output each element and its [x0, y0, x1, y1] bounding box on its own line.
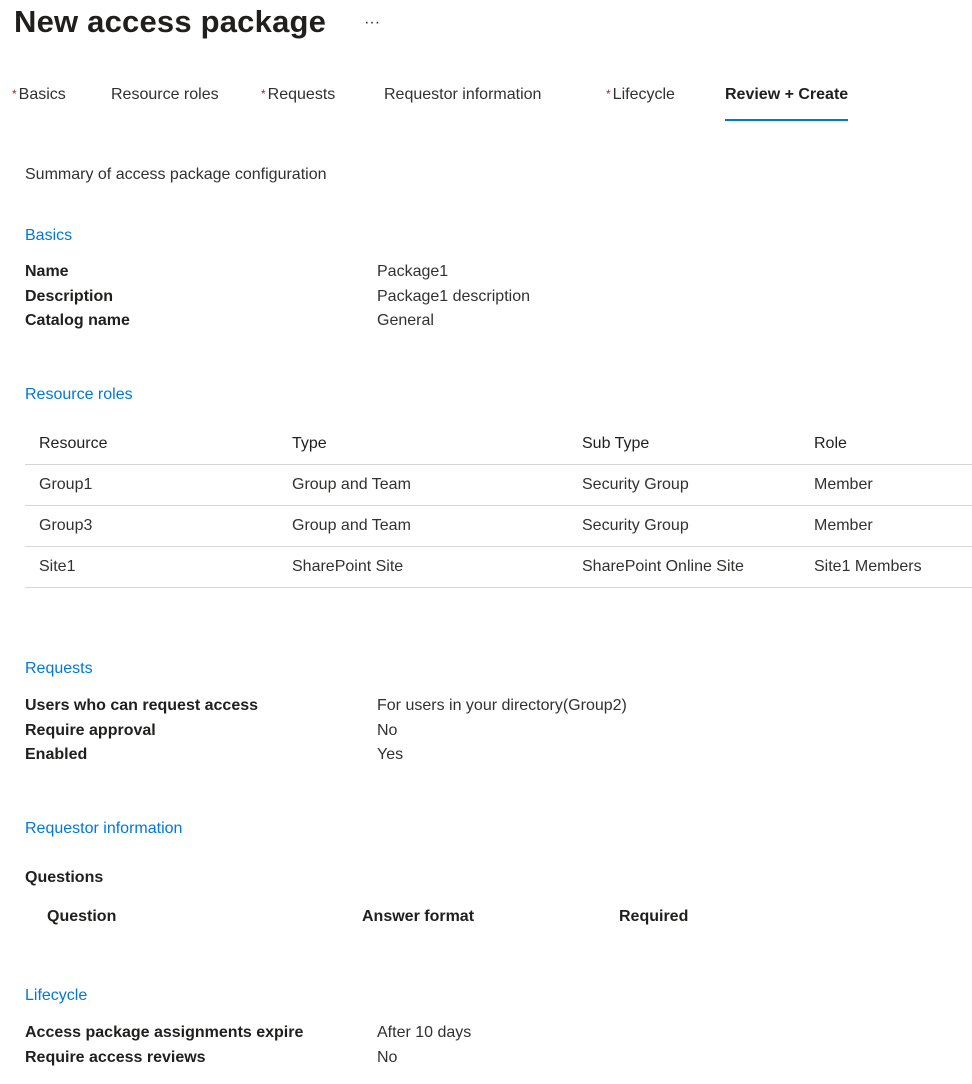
table-cell: SharePoint Site [292, 558, 404, 575]
detail-value: After 10 days [377, 1024, 472, 1041]
tab-label: Lifecycle [612, 86, 675, 103]
column-header-sub-type: Sub Type [582, 435, 650, 452]
detail-key: Description [25, 287, 114, 305]
basics-heading: Basics [25, 227, 73, 244]
table-cell: Group and Team [292, 476, 411, 493]
summary-text: Summary of access package configuration [25, 166, 327, 183]
detail-row: Require access reviews No [25, 1046, 925, 1071]
requestor-information-heading: Requestor information [25, 820, 183, 837]
table-row: Group3 Group and Team Security Group Mem… [25, 506, 972, 547]
detail-row: Users who can request access For users i… [25, 694, 925, 719]
detail-value: No [377, 721, 398, 739]
questions-label: Questions [25, 869, 104, 886]
required-marker: * [261, 87, 266, 101]
tab-label: Review + Create [725, 86, 849, 103]
resource-roles-heading: Resource roles [25, 386, 133, 403]
table-row: Group1 Group and Team Security Group Mem… [25, 465, 972, 506]
detail-row: Name Package1 [25, 260, 925, 285]
table-cell: Site1 [39, 558, 76, 575]
tab-label: Resource roles [111, 86, 219, 103]
column-header-answer-format: Answer format [362, 908, 475, 925]
detail-key: Name [25, 263, 69, 280]
table-cell: Member [814, 517, 873, 534]
detail-value: Package1 [377, 263, 449, 280]
detail-key: Users who can request access [25, 697, 259, 714]
detail-value: No [377, 1048, 398, 1066]
column-header-role: Role [814, 435, 847, 452]
basics-details: Name Package1 Description Package1 descr… [25, 260, 925, 334]
table-cell: Security Group [582, 476, 689, 493]
detail-key: Enabled [25, 746, 88, 763]
detail-value: Package1 description [377, 287, 530, 305]
requests-details: Users who can request access For users i… [25, 694, 925, 768]
tab-requestor-information[interactable]: Requestor information [384, 86, 541, 119]
detail-value: For users in your directory(Group2) [377, 697, 627, 714]
detail-key: Require access reviews [25, 1048, 206, 1066]
table-cell: Group3 [39, 517, 93, 534]
detail-value: General [377, 312, 434, 329]
table-cell: Security Group [582, 517, 689, 534]
table-header-row: Resource Type Sub Type Role [25, 424, 972, 465]
tab-review-create[interactable]: Review + Create [725, 86, 849, 121]
table-cell: Site1 Members [814, 558, 922, 575]
detail-row: Description Package1 description [25, 285, 925, 310]
tab-label: Basics [18, 86, 66, 103]
table-cell: SharePoint Online Site [582, 558, 744, 575]
resource-roles-table: Resource Type Sub Type Role Group1 Group… [25, 424, 972, 588]
more-options-button[interactable]: ··· [360, 13, 384, 33]
column-header-required: Required [619, 908, 689, 925]
page-title: New access package [14, 4, 327, 39]
tab-requests[interactable]: * Requests [261, 86, 335, 119]
column-header-type: Type [292, 435, 327, 452]
tab-label: Requests [267, 86, 336, 103]
detail-row: Require approval No [25, 719, 925, 744]
lifecycle-heading: Lifecycle [25, 987, 88, 1004]
detail-row: Access package assignments expire After … [25, 1021, 925, 1046]
tab-resource-roles[interactable]: Resource roles [111, 86, 219, 119]
detail-value: Yes [377, 746, 404, 763]
detail-key: Require approval [25, 721, 156, 739]
detail-row: Enabled Yes [25, 743, 925, 768]
column-header-question: Question [47, 908, 117, 925]
required-marker: * [12, 87, 17, 101]
column-header-resource: Resource [39, 435, 108, 452]
table-cell: Group1 [39, 476, 93, 493]
detail-key: Catalog name [25, 312, 130, 329]
table-row: Site1 SharePoint Site SharePoint Online … [25, 547, 972, 588]
title-row: New access package ··· [14, 4, 384, 40]
table-cell: Member [814, 476, 873, 493]
lifecycle-details: Access package assignments expire After … [25, 1021, 925, 1070]
required-marker: * [606, 87, 611, 101]
tab-label: Requestor information [384, 86, 542, 103]
tab-basics[interactable]: * Basics [12, 86, 66, 119]
tab-lifecycle[interactable]: * Lifecycle [606, 86, 675, 119]
detail-key: Access package assignments expire [25, 1024, 304, 1041]
detail-row: Catalog name General [25, 309, 925, 334]
requests-heading: Requests [25, 660, 93, 677]
table-cell: Group and Team [292, 517, 411, 534]
